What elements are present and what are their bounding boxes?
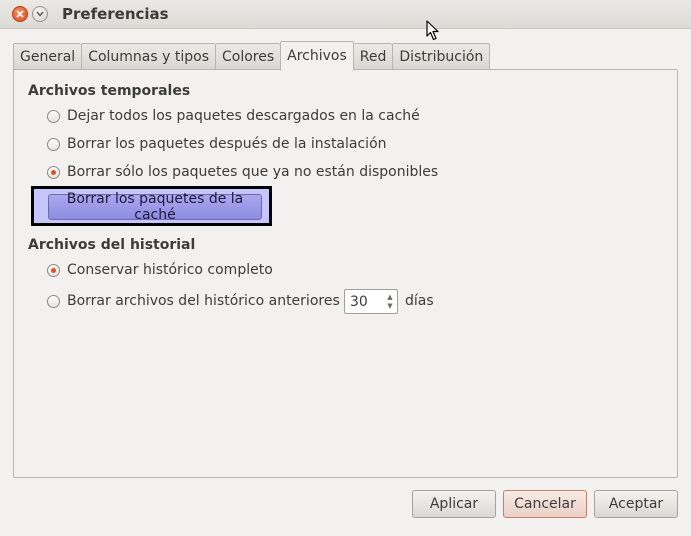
radio-label: Dejar todos los paquetes descargados en … <box>67 108 420 124</box>
tab-distribution[interactable]: Distribución <box>392 43 491 70</box>
tab-files[interactable]: Archivos <box>280 41 354 71</box>
days-unit-label: días <box>405 293 434 309</box>
history-heading: Archivos del historial <box>28 237 196 253</box>
radio-delete-unavailable[interactable]: Borrar sólo los paquetes que ya no están… <box>47 164 438 180</box>
radio-label: Borrar sólo los paquetes que ya no están… <box>67 164 439 180</box>
highlight-frame: Borrar los paquetes de la caché <box>31 186 272 226</box>
days-value[interactable]: 30 <box>345 294 383 310</box>
tab-general[interactable]: General <box>13 43 82 70</box>
radio-label: Conservar histórico completo <box>67 262 273 278</box>
radio-keep-full-history[interactable]: Conservar histórico completo <box>47 262 273 278</box>
radio-label: Borrar archivos del histórico anteriores… <box>67 293 358 309</box>
cancel-button[interactable]: Cancelar <box>503 490 587 518</box>
files-tab-panel: Archivos temporales Dejar todos los paqu… <box>13 69 678 478</box>
tab-bar: General Columnas y tipos Colores Archivo… <box>13 41 491 71</box>
radio-delete-after-install[interactable]: Borrar los paquetes después de la instal… <box>47 136 387 152</box>
window-menu-icon[interactable] <box>32 6 48 22</box>
arrow-up-icon[interactable]: ▲ <box>387 293 392 302</box>
radio-indicator-selected[interactable] <box>47 263 60 277</box>
radio-indicator-selected[interactable] <box>47 165 60 179</box>
radio-indicator[interactable] <box>47 137 60 151</box>
window-title: Preferencias <box>62 5 169 23</box>
spin-arrows[interactable]: ▲ ▼ <box>383 290 397 313</box>
apply-button[interactable]: Aplicar <box>412 490 496 518</box>
days-spinbutton[interactable]: 30 ▲ ▼ <box>344 289 398 314</box>
purge-cache-button[interactable]: Borrar los paquetes de la caché <box>48 191 262 223</box>
arrow-down-icon[interactable]: ▼ <box>387 302 392 311</box>
close-icon[interactable] <box>12 6 28 22</box>
radio-delete-old-history[interactable]: Borrar archivos del histórico anteriores… <box>47 293 357 309</box>
radio-keep-all-packages[interactable]: Dejar todos los paquetes descargados en … <box>47 108 420 124</box>
tab-network[interactable]: Red <box>353 43 393 70</box>
radio-indicator[interactable] <box>47 294 60 308</box>
radio-label: Borrar los paquetes después de la instal… <box>67 136 387 152</box>
accept-button[interactable]: Aceptar <box>594 490 678 518</box>
title-bar: Preferencias <box>0 0 691 29</box>
temp-files-heading: Archivos temporales <box>28 83 191 99</box>
tab-colors[interactable]: Colores <box>215 43 281 70</box>
tab-columns-types[interactable]: Columnas y tipos <box>81 43 215 70</box>
radio-indicator[interactable] <box>47 109 60 123</box>
